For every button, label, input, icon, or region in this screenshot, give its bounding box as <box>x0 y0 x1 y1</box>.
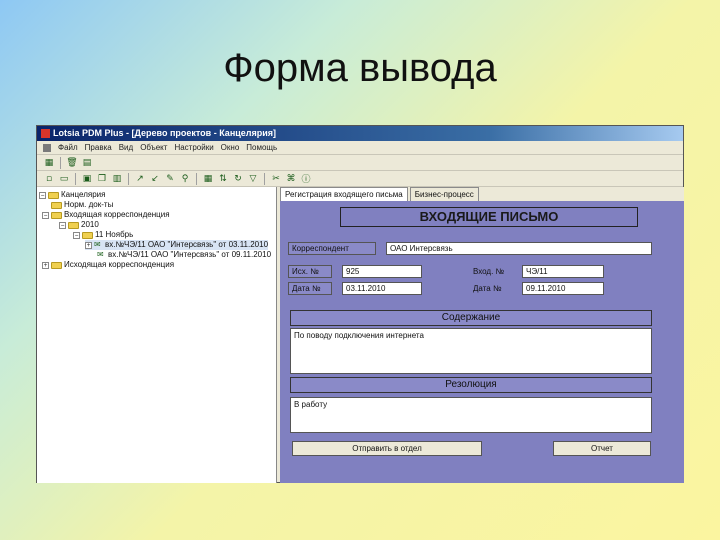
project-tree[interactable]: − Канцелярия Норм. док-ты − Входящая кор… <box>37 187 277 483</box>
tree-node-2010[interactable]: − 2010 <box>59 220 99 230</box>
resolution-header: Резолюция <box>290 377 652 393</box>
tree-node-label: вх.№ЧЭ/11 ОАО "Интерсвязь" от 03.11.2010 <box>105 240 269 249</box>
folder-icon <box>51 211 62 219</box>
tree-node-chancellery[interactable]: − Канцелярия <box>39 190 105 200</box>
outgoing-date-label: Дата № <box>288 282 332 295</box>
incoming-date-field[interactable]: 09.11.2010 <box>522 282 604 295</box>
filter-icon[interactable]: ▽ <box>247 173 259 185</box>
window-title: Lotsia PDM Plus - [Дерево проектов - Кан… <box>53 128 277 138</box>
report-button[interactable]: Отчет <box>553 441 651 456</box>
copy-icon[interactable]: ❐ <box>96 173 108 185</box>
tree-node-letter-1[interactable]: + ✉ вх.№ЧЭ/11 ОАО "Интерсвязь" от 03.11.… <box>85 240 269 250</box>
send-to-department-button[interactable]: Отправить в отдел <box>292 441 482 456</box>
collapse-toggle[interactable]: − <box>42 211 49 219</box>
outgoing-date-field[interactable]: 03.11.2010 <box>342 282 422 295</box>
tree-node-november[interactable]: − 11 Ноябрь <box>73 230 133 240</box>
grid-icon[interactable]: ▦ <box>43 157 55 169</box>
tree-node-label: Норм. док-ты <box>64 200 114 209</box>
trash-icon[interactable]: 🗑 <box>66 157 78 169</box>
toolbar-separator <box>75 172 76 185</box>
menu-bar: Файл Правка Вид Объект Настройки Окно По… <box>37 141 683 155</box>
toolbar-separator <box>60 156 61 169</box>
slide-title: Форма вывода <box>223 46 497 90</box>
tree-node-incoming[interactable]: − Входящая корреспонденция <box>42 210 170 220</box>
menu-window[interactable]: Окно <box>221 141 240 154</box>
new-document-icon[interactable]: ▫ <box>43 173 55 185</box>
folder-icon <box>51 201 62 209</box>
content-header: Содержание <box>290 310 652 326</box>
collapse-toggle[interactable]: − <box>59 221 66 229</box>
outgoing-number-field[interactable]: 925 <box>342 265 422 278</box>
collapse-toggle[interactable]: − <box>73 231 80 239</box>
collapse-toggle[interactable]: − <box>39 191 46 199</box>
menu-view[interactable]: Вид <box>119 141 133 154</box>
paste-icon[interactable]: ▥ <box>111 173 123 185</box>
edit-icon[interactable]: ✎ <box>164 173 176 185</box>
tree-node-outgoing[interactable]: + Исходящая корреспонденция <box>42 260 174 270</box>
info-icon[interactable]: ⓘ <box>300 173 312 185</box>
toolbar-separator <box>196 172 197 185</box>
tree-node-label: Входящая корреспонденция <box>64 210 170 219</box>
properties-icon[interactable]: ▦ <box>202 173 214 185</box>
tree-node-letter-2[interactable]: ✉ вх.№ЧЭ/11 ОАО "Интерсвязь" от 09.11.20… <box>97 250 271 260</box>
app-window: Lotsia PDM Plus - [Дерево проектов - Кан… <box>36 125 684 483</box>
tree-node-label: Канцелярия <box>61 190 106 199</box>
sort-icon[interactable]: ⇅ <box>217 173 229 185</box>
tab-business-process[interactable]: Бизнес-процесс <box>409 187 479 201</box>
folder-icon <box>48 191 59 199</box>
save-icon[interactable]: ▣ <box>81 173 93 185</box>
toolbar-top: ▦ 🗑 ▤ <box>37 155 683 171</box>
correspondent-field[interactable]: ОАО Интерсвязь <box>386 242 652 255</box>
tree-node-label: вх.№ЧЭ/11 ОАО "Интерсвязь" от 09.11.2010 <box>108 250 272 259</box>
window-titlebar[interactable]: Lotsia PDM Plus - [Дерево проектов - Кан… <box>37 126 683 141</box>
correspondent-label: Корреспондент <box>288 242 376 255</box>
menu-file[interactable]: Файл <box>58 141 78 154</box>
incoming-number-label: Вход. № <box>473 267 505 276</box>
menu-object[interactable]: Объект <box>140 141 167 154</box>
refresh-icon[interactable]: ↻ <box>232 173 244 185</box>
app-logo-icon <box>41 129 50 138</box>
toolbar-separator <box>128 172 129 185</box>
new-folder-icon[interactable]: ▭ <box>58 173 70 185</box>
menu-edit[interactable]: Правка <box>85 141 112 154</box>
toolbar-bottom: ▫ ▭ ▣ ❐ ▥ ↗ ↙ ✎ ⚲ ▦ ⇅ ↻ ▽ ✂ ⌘ ⓘ <box>37 171 683 187</box>
form-tabs: Регистрация входящего письма Бизнес-проц… <box>280 187 684 201</box>
resolution-textarea[interactable]: В работу <box>290 397 652 433</box>
folder-icon <box>68 221 79 229</box>
toolbar-separator <box>264 172 265 185</box>
expand-toggle[interactable]: + <box>42 261 49 269</box>
form-title: ВХОДЯЩИЕ ПИСЬМО <box>340 207 638 227</box>
incoming-number-field[interactable]: ЧЭ/11 <box>522 265 604 278</box>
folder-icon <box>51 261 62 269</box>
document-icon: ✉ <box>94 240 101 249</box>
menu-help[interactable]: Помощь <box>246 141 277 154</box>
tree-node-label: Исходящая корреспонденция <box>64 260 175 269</box>
incoming-date-label: Дата № <box>473 284 502 293</box>
document-icon: ✉ <box>97 250 104 259</box>
structure-icon[interactable]: ⌘ <box>285 173 297 185</box>
export-icon[interactable]: ↗ <box>134 173 146 185</box>
cut-icon[interactable]: ✂ <box>270 173 282 185</box>
expand-toggle[interactable]: + <box>85 241 92 249</box>
tree-node-norm-docs[interactable]: Норм. док-ты <box>51 200 113 210</box>
tab-registration[interactable]: Регистрация входящего письма <box>280 187 408 201</box>
menu-settings[interactable]: Настройки <box>174 141 213 154</box>
tree-node-label: 11 Ноябрь <box>95 230 134 239</box>
incoming-letter-form: Регистрация входящего письма Бизнес-проц… <box>280 187 684 483</box>
import-icon[interactable]: ↙ <box>149 173 161 185</box>
folder-icon <box>82 231 93 239</box>
table-icon[interactable]: ▤ <box>81 157 93 169</box>
document-menu-icon[interactable] <box>43 144 51 152</box>
content-textarea[interactable]: По поводу подключения интернета <box>290 328 652 374</box>
tree-node-label: 2010 <box>81 220 99 229</box>
search-icon[interactable]: ⚲ <box>179 173 191 185</box>
outgoing-number-label: Исх. № <box>288 265 332 278</box>
